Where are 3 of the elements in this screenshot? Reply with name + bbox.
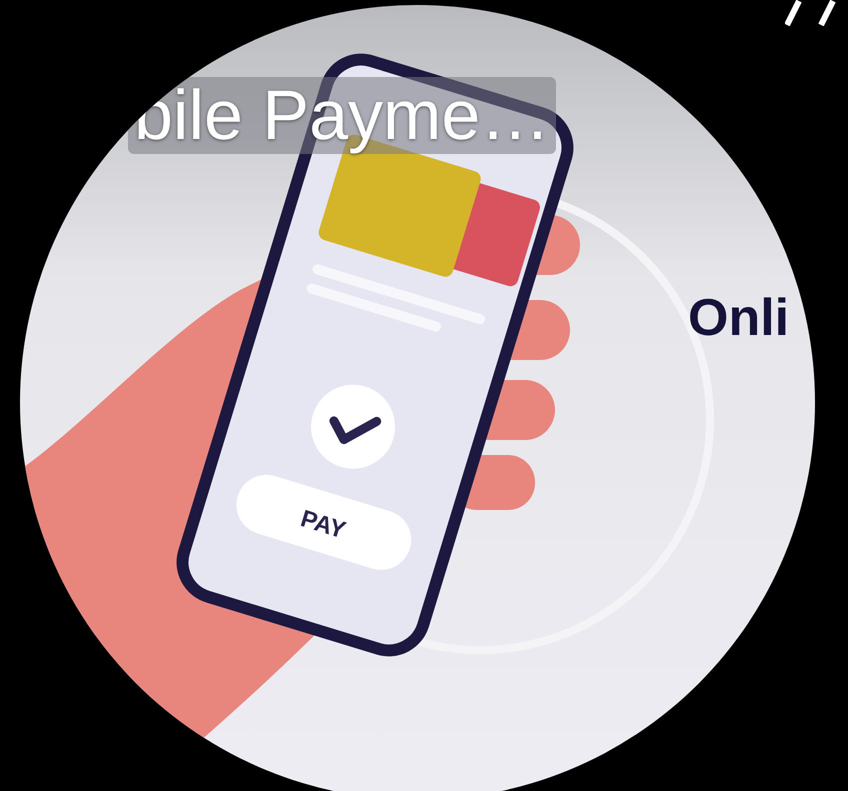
check-icon bbox=[311, 384, 396, 469]
pay-label: PAY bbox=[297, 505, 349, 544]
banner-heading: Onli bbox=[688, 288, 790, 348]
